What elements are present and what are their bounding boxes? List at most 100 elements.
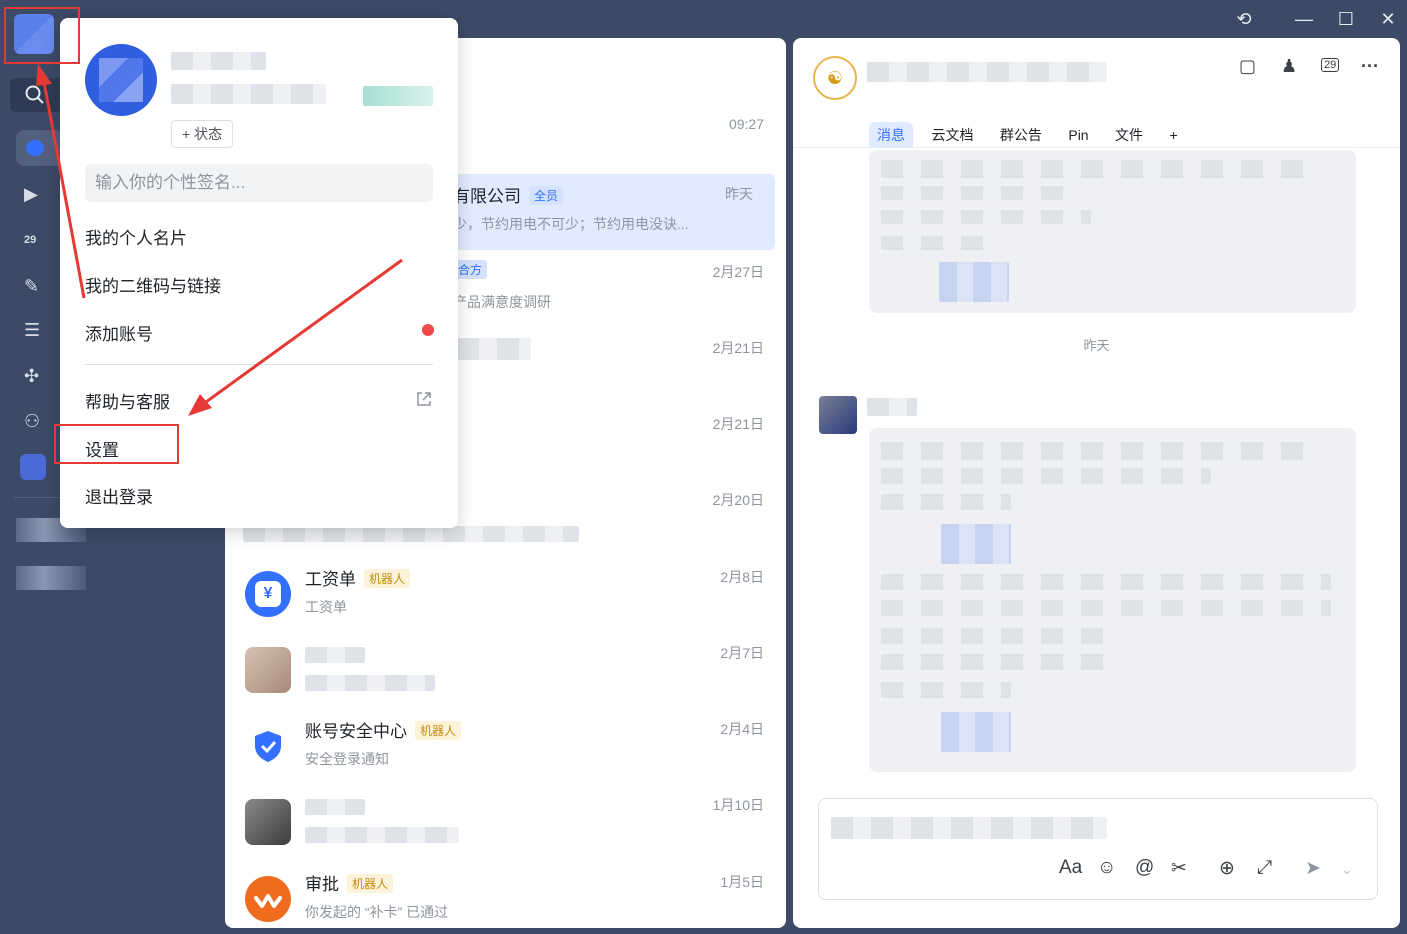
conversation-row[interactable]: 账号安全中心 机器人 安全登录通知 2月4日 <box>225 709 786 785</box>
calendar-icon[interactable]: 29 <box>1321 58 1340 72</box>
sidebar-item-apps[interactable]: ✣ <box>16 358 64 394</box>
workspace-icon <box>20 454 46 480</box>
highlight-box-avatar <box>4 7 80 64</box>
screenshot-icon[interactable]: ✂ <box>1171 857 1187 880</box>
all-members-tag: 全员 <box>529 186 564 205</box>
conversation-time: 1月5日 <box>720 874 764 890</box>
minimize-button[interactable]: — <box>1290 6 1318 32</box>
expand-icon[interactable]: ⤢ <box>1257 857 1272 879</box>
redacted-badge <box>363 86 433 106</box>
search-icon <box>25 85 44 104</box>
maximize-button[interactable]: ☐ <box>1332 6 1360 32</box>
redacted-group-name <box>867 62 1107 82</box>
menu-item-qr-code[interactable]: 我的二维码与链接 <box>85 272 221 297</box>
date-separator: 昨天 <box>1083 338 1110 353</box>
shield-icon <box>255 731 281 762</box>
conversation-preview: 你发起的 “补卡” 已通过 <box>305 904 449 920</box>
add-member-icon[interactable]: ♟ <box>1281 56 1297 77</box>
payroll-icon: ¥ <box>255 581 281 607</box>
contact-avatar <box>245 799 291 845</box>
send-options-icon[interactable]: ⌄ <box>1341 861 1353 878</box>
profile-avatar[interactable] <box>85 44 157 116</box>
sidebar-item-tasks[interactable]: ☰ <box>16 312 64 348</box>
highlight-box-settings <box>54 424 179 464</box>
message-bubble <box>869 150 1356 313</box>
sidebar-item-calendar[interactable]: 29 <box>16 222 64 258</box>
bot-tag: 机器人 <box>364 569 411 588</box>
chat-bubble-icon <box>26 140 44 156</box>
conversation-name: 有限公司 全员 <box>453 182 564 207</box>
text-format-icon[interactable]: Aa <box>1059 857 1082 879</box>
redacted-preview <box>305 827 459 843</box>
conversation-row[interactable]: 审批 机器人 你发起的 “补卡” 已通过 1月5日 <box>225 862 786 928</box>
menu-item-help[interactable]: 帮助与客服 <box>85 388 170 413</box>
group-icon: ☯ <box>813 56 857 100</box>
conversation-time: 2月21日 <box>712 416 764 432</box>
apps-icon: ✣ <box>24 366 40 386</box>
menu-item-add-account[interactable]: 添加账号 <box>85 320 153 345</box>
conversation-row[interactable]: 1月10日 <box>225 785 786 861</box>
sidebar-item-messages[interactable] <box>16 130 64 166</box>
tab-cloud-docs[interactable]: 云文档 <box>923 122 981 148</box>
conversation-preview: 工资单 <box>305 599 347 615</box>
approval-avatar <box>245 876 291 922</box>
history-icon[interactable]: ⟲ <box>1230 6 1258 32</box>
bot-tag: 机器人 <box>415 721 462 740</box>
mention-icon[interactable]: @ <box>1135 857 1154 879</box>
security-center-avatar <box>245 723 291 769</box>
calendar-icon: 29 <box>24 234 37 246</box>
send-icon[interactable]: ➤ <box>1305 857 1321 880</box>
conversation-row[interactable]: ¥ 工资单 机器人 工资单 2月8日 <box>225 557 786 633</box>
conversation-time: 2月8日 <box>720 569 764 585</box>
draft-text <box>831 817 1107 839</box>
conversation-time: 2月21日 <box>712 340 764 356</box>
redacted-name <box>305 647 365 663</box>
conversation-preview: 产品满意度调研 <box>453 294 551 310</box>
menu-item-business-card[interactable]: 我的个人名片 <box>85 224 187 249</box>
contacts-icon: ⚇ <box>24 411 41 431</box>
conversation-time: 2月27日 <box>712 264 764 280</box>
chat-header: ☯ ▢ ♟ 29 ··· 消息 云文档 群公告 Pin 文件 + <box>793 38 1400 148</box>
signature-input[interactable] <box>85 164 433 202</box>
chat-pane: ☯ ▢ ♟ 29 ··· 消息 云文档 群公告 Pin 文件 + 昨天 Aa ☺… <box>793 38 1400 928</box>
conversation-name: 审批 机器人 <box>305 870 394 895</box>
conversation-time: 2月7日 <box>720 645 764 661</box>
tab-files[interactable]: 文件 <box>1107 122 1151 148</box>
video-icon: ▶ <box>24 184 38 204</box>
redacted-name <box>305 799 365 815</box>
conversation-time: 2月4日 <box>720 721 764 737</box>
video-call-icon[interactable]: ▢ <box>1239 56 1256 77</box>
redacted-sender <box>867 398 917 416</box>
conversation-row[interactable]: 2月7日 <box>225 633 786 709</box>
redacted-name <box>457 338 531 360</box>
conversation-name: 账号安全中心 机器人 <box>305 717 462 742</box>
redacted-org <box>171 84 326 104</box>
notification-dot <box>422 324 434 336</box>
message-composer[interactable]: Aa ☺ @ ✂ ⊕ ⤢ ➤ ⌄ <box>818 798 1378 900</box>
sidebar-item-docs[interactable]: ✎ <box>16 268 64 304</box>
tab-pin[interactable]: Pin <box>1060 124 1096 146</box>
list-icon: ☰ <box>24 320 41 340</box>
bot-tag: 机器人 <box>347 874 394 893</box>
conversation-tag: 合方 <box>453 260 488 279</box>
plus-icon[interactable]: ⊕ <box>1219 857 1235 880</box>
sidebar-item-blurred[interactable] <box>16 566 86 590</box>
menu-divider <box>85 364 433 365</box>
add-tab-button[interactable]: + <box>1162 124 1186 146</box>
menu-item-logout[interactable]: 退出登录 <box>85 483 153 508</box>
tab-announcements[interactable]: 群公告 <box>992 122 1050 148</box>
redacted-preview <box>305 675 435 691</box>
conversation-time: 1月10日 <box>712 797 764 813</box>
emoji-icon[interactable]: ☺ <box>1097 857 1116 879</box>
close-button[interactable]: ✕ <box>1374 6 1402 32</box>
more-options-icon[interactable]: ··· <box>1361 56 1379 77</box>
conversation-preview: 少，节约用电不可少；节约用电没诀... <box>453 216 689 232</box>
tab-messages[interactable]: 消息 <box>869 122 913 148</box>
sidebar-item-video[interactable]: ▶ <box>16 176 64 212</box>
conversation-preview: 安全登录通知 <box>305 751 389 767</box>
external-link-icon <box>417 392 431 406</box>
contact-avatar <box>245 647 291 693</box>
set-status-button[interactable]: + 状态 <box>171 120 234 148</box>
conversation-name: 工资单 机器人 <box>305 565 411 590</box>
conversation-time: 昨天 <box>725 186 753 202</box>
